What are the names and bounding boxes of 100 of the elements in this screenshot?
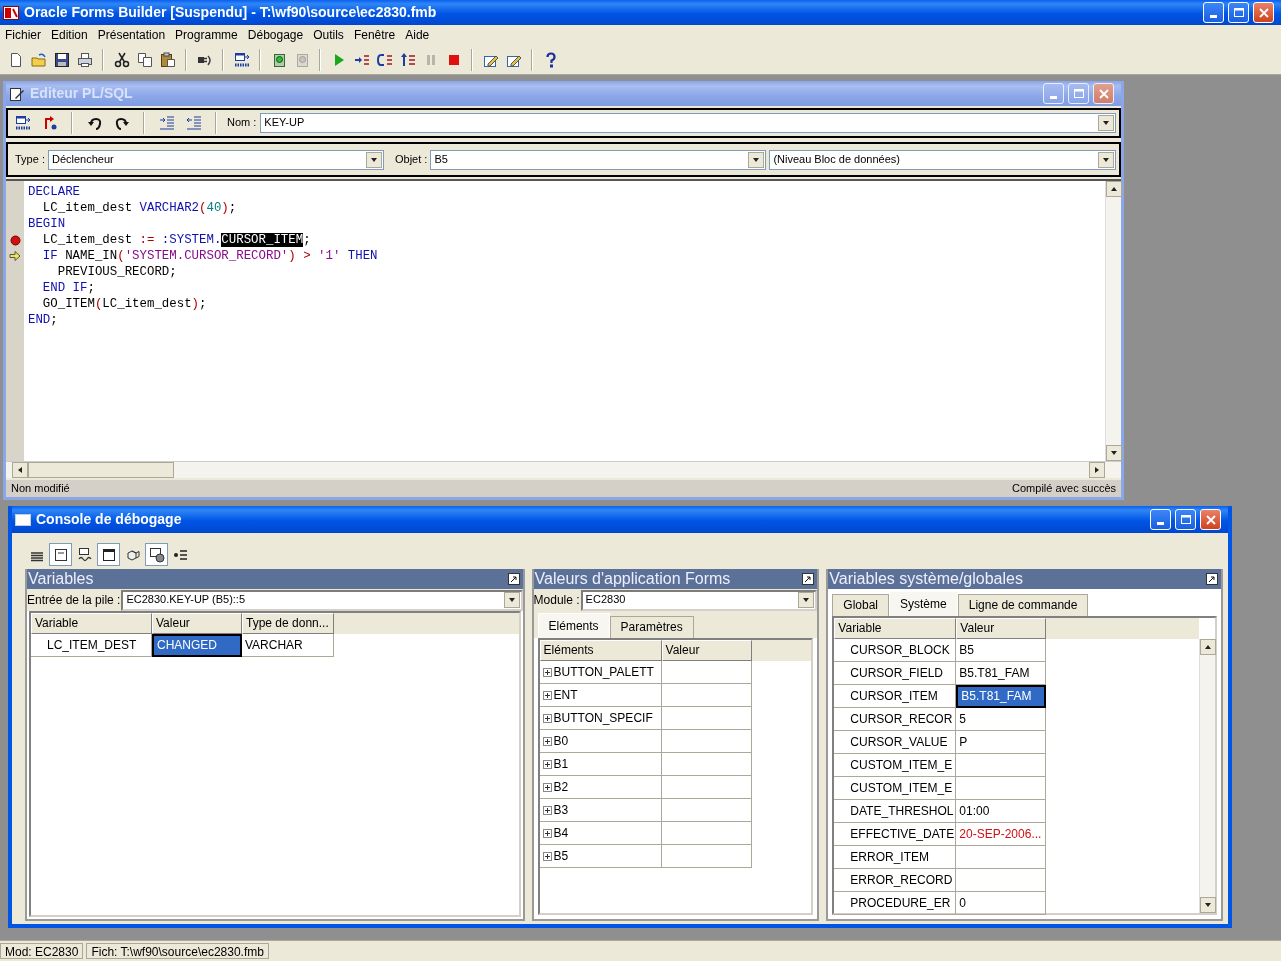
table-cell: B3	[553, 802, 569, 818]
menu-item[interactable]: Présentation	[92, 27, 171, 43]
variables-icon	[76, 546, 93, 563]
undock-icon[interactable]	[507, 573, 520, 585]
stack-dropdown[interactable]: EC2830.KEY-UP (B5)::5	[121, 589, 523, 611]
expand-icon[interactable]	[542, 851, 552, 861]
minimize-icon	[1210, 15, 1217, 18]
minimize-icon	[1157, 522, 1164, 525]
table-cell: B4	[553, 825, 569, 841]
table-cell: 0	[956, 892, 1047, 915]
undock-icon[interactable]	[1206, 573, 1218, 585]
globe-icon	[148, 546, 165, 563]
level-dropdown[interactable]: (Niveau Bloc de données)	[769, 149, 1116, 170]
expand-icon[interactable]	[542, 805, 552, 815]
code-line: LC_item_dest VARCHAR2(40);	[41, 200, 237, 216]
column-header[interactable]: Type de donn...	[242, 613, 334, 634]
window-title: Console de débogage	[36, 511, 182, 528]
tab[interactable]: Système	[889, 591, 958, 616]
code-line: IF NAME_IN('SYSTEM.CURSOR_RECORD') > '1' THEN	[41, 248, 378, 264]
status-field: Fich: T:\wf90\source\ec2830.fmb	[86, 943, 269, 959]
column-header[interactable]: Valeur	[152, 613, 242, 634]
module-dropdown[interactable]: EC2830	[580, 589, 818, 611]
tab[interactable]: Eléments	[537, 613, 610, 638]
name-label: Nom :	[227, 116, 257, 130]
window-title: Editeur PL/SQL	[30, 85, 133, 102]
compile-icon[interactable]	[233, 51, 250, 68]
column-header[interactable]: Variable	[834, 618, 957, 639]
column-header[interactable]: Eléments	[539, 640, 662, 661]
table-cell: CURSOR_RECOR	[834, 708, 957, 731]
table-cell: BUTTON_SPECIF	[553, 710, 653, 726]
menu-item[interactable]: Outils	[308, 27, 349, 43]
table-cell: CURSOR_FIELD	[834, 662, 957, 685]
scissors-icon[interactable]	[113, 51, 130, 68]
code-line: DECLARE	[27, 184, 81, 200]
name-dropdown[interactable]: KEY-UP	[260, 113, 1116, 133]
maximize-icon	[1180, 515, 1191, 524]
table-cell: DATE_THRESHOL	[834, 800, 957, 823]
table-cell: ERROR_ITEM	[834, 846, 957, 869]
code-line: END IF;	[41, 280, 95, 296]
expand-icon[interactable]	[542, 759, 552, 769]
open-folder-icon[interactable]	[30, 51, 47, 68]
step-over-icon[interactable]	[376, 51, 393, 68]
expand-icon[interactable]	[542, 782, 552, 792]
type-label: Type :	[15, 152, 45, 167]
vertical-scrollbar[interactable]	[1199, 639, 1215, 913]
compile-icon[interactable]	[14, 115, 31, 131]
tab[interactable]: Ligne de commande	[957, 594, 1089, 616]
expand-icon[interactable]	[542, 690, 552, 700]
object-label: Objet :	[394, 152, 428, 167]
table-cell: B2	[553, 779, 569, 795]
table-cell: B1	[553, 756, 569, 772]
printer-icon[interactable]	[76, 51, 93, 68]
variables-window-toggle[interactable]	[49, 543, 72, 566]
table-cell: B0	[553, 733, 569, 749]
table-cell: CURSOR_BLOCK	[834, 639, 957, 662]
menu-item[interactable]: Débogage	[242, 27, 309, 43]
close-icon	[1098, 88, 1109, 99]
close-icon	[1258, 7, 1269, 18]
tab[interactable]: Paramètres	[609, 616, 694, 638]
table-cell: B5	[553, 848, 569, 864]
globe-toggle[interactable]	[145, 543, 168, 566]
column-header[interactable]: Variable	[31, 613, 152, 634]
stack-label: Entrée de la pile :	[27, 592, 121, 608]
table-cell: 01:00	[956, 800, 1047, 823]
vertical-scrollbar[interactable]	[1105, 181, 1121, 461]
panel-title: Variables	[28, 569, 94, 589]
panel-title: Valeurs d'application Forms	[534, 569, 731, 589]
horizontal-scrollbar[interactable]	[6, 461, 1121, 478]
undo-icon[interactable]	[86, 115, 103, 131]
table-cell: BUTTON_PALETT	[553, 664, 654, 680]
undock-icon[interactable]	[802, 573, 815, 585]
window-toggle[interactable]	[97, 543, 120, 566]
maximize-icon	[1233, 8, 1244, 17]
menu-item[interactable]: Fichier	[0, 27, 46, 43]
menu-item[interactable]: Edition	[46, 27, 93, 43]
close-icon	[1205, 514, 1216, 525]
code-editor[interactable]: DECLARE LC_item_dest VARCHAR2(40); BEGIN LC_item_dest := :SYSTEM.CURSOR_ITEM; IF NAME_IN('SYSTEM.CURSOR_RECORD') > '1' THEN PREVIOUS_RECORD; END IF; GO_ITEM(LC_item_dest); END;	[6, 179, 1121, 461]
clipboard-icon[interactable]	[159, 51, 176, 68]
code-line: GO_ITEM(LC_item_dest);	[41, 296, 207, 312]
table-cell: P	[956, 731, 1047, 754]
copy-icon[interactable]	[136, 51, 153, 68]
type-dropdown[interactable]: Déclencheur	[47, 149, 384, 170]
redo-icon[interactable]	[113, 115, 130, 131]
expand-icon[interactable]	[542, 736, 552, 746]
table-cell: B5.T81_FAM	[956, 685, 1047, 708]
code-line: END;	[27, 312, 58, 328]
menu-item[interactable]: Fenêtre	[348, 27, 401, 43]
expand-icon[interactable]	[542, 667, 552, 677]
expand-icon[interactable]	[542, 713, 552, 723]
step-out-icon[interactable]	[399, 51, 416, 68]
status-field: Mod: EC2830	[0, 943, 84, 959]
object-dropdown[interactable]: B5	[430, 149, 767, 170]
status-text: Non modifié	[11, 481, 70, 496]
column-header[interactable]: Valeur	[661, 640, 752, 661]
column-header[interactable]: Valeur	[956, 618, 1047, 639]
menu-item[interactable]: Programme	[170, 27, 243, 43]
expand-icon[interactable]	[542, 828, 552, 838]
menu-item[interactable]: Aide	[400, 27, 435, 43]
tab[interactable]: Global	[832, 594, 890, 616]
table-cell: CHANGED	[152, 634, 242, 657]
